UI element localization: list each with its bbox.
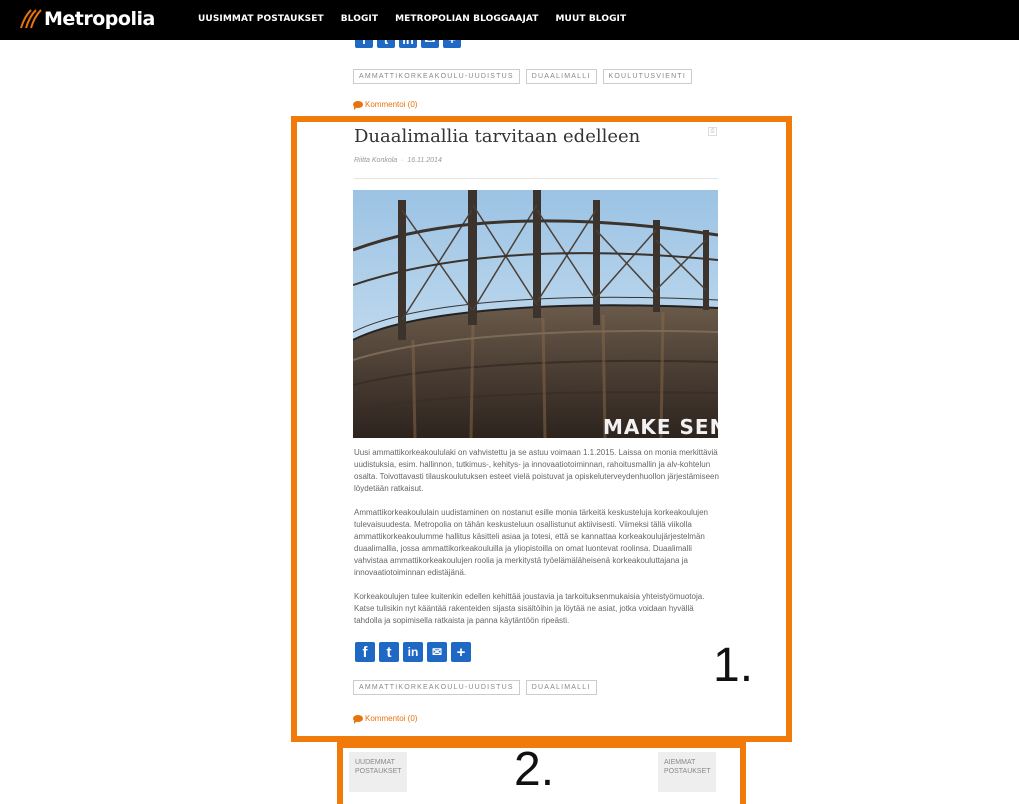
nav-other-blogs[interactable]: MUUT BLOGIT — [556, 14, 627, 24]
email-icon[interactable]: ✉ — [427, 642, 447, 662]
comment-link-label: Kommentoi (0) — [365, 714, 418, 723]
tag-link[interactable]: AMMATTIKORKEAKOULU-UUDISTUS — [353, 69, 520, 84]
main-nav: UUSIMMAT POSTAUKSET BLOGIT METROPOLIAN B… — [198, 14, 643, 24]
top-nav-bar: Metropolia UUSIMMAT POSTAUKSET BLOGIT ME… — [0, 0, 1019, 40]
body-paragraph: Uusi ammattikorkeakoululaki on vahvistet… — [354, 448, 719, 493]
brand-name: Metropolia — [44, 8, 155, 30]
graffiti-text: MAKE SENSE — [603, 415, 718, 438]
nav-blogs[interactable]: BLOGIT — [341, 14, 378, 24]
metropolia-logo[interactable]: Metropolia — [18, 8, 155, 30]
previous-post-tags: AMMATTIKORKEAKOULU-UUDISTUS DUAALIMALLI … — [353, 69, 692, 84]
older-posts-label: AIEMMAT POSTAUKSET — [664, 759, 711, 775]
post-date: 16.11.2014 — [407, 157, 442, 164]
comment-bubble-icon — [353, 715, 363, 724]
nav-bloggers[interactable]: METROPOLIAN BLOGGAAJAT — [395, 14, 538, 24]
tag-link[interactable]: AMMATTIKORKEAKOULU-UUDISTUS — [353, 680, 520, 695]
body-paragraph: Korkeakoulujen tulee kuitenkin edellen k… — [354, 592, 705, 625]
title-divider — [354, 178, 718, 179]
post-title[interactable]: Duaalimallia tarvitaan edelleen — [354, 126, 640, 147]
older-posts-button[interactable]: AIEMMAT POSTAUKSET — [658, 752, 716, 792]
post-author[interactable]: Riitta Konkola — [354, 157, 397, 164]
facebook-icon[interactable]: f — [355, 642, 375, 662]
comment-link-label: Kommentoi (0) — [365, 100, 418, 109]
post-image: MAKE SENSE — [353, 190, 718, 438]
annotation-label-1: 1. — [713, 639, 754, 692]
linkedin-icon[interactable]: in — [403, 642, 423, 662]
post-meta: Riitta Konkola · 16.11.2014 — [354, 157, 442, 164]
plus-icon[interactable]: + — [451, 642, 471, 662]
previous-comment-link[interactable]: Kommentoi (0) — [353, 100, 418, 110]
tag-link[interactable]: DUAALIMALLI — [525, 69, 597, 84]
newer-posts-button[interactable]: UUDEMMAT POSTAUKSET — [349, 752, 407, 792]
body-paragraph: Ammattikorkeakoululain uudistaminen on n… — [354, 508, 708, 577]
article-share-row: f t in ✉ + — [355, 642, 471, 662]
gasometer-photo: MAKE SENSE — [353, 190, 718, 438]
metropolia-logo-icon — [20, 9, 42, 29]
tag-link[interactable]: DUAALIMALLI — [525, 680, 597, 695]
newer-posts-label: UUDEMMAT POSTAUKSET — [355, 759, 402, 775]
article-comment-link[interactable]: Kommentoi (0) — [353, 714, 418, 724]
post-body: Uusi ammattikorkeakoululaki on vahvistet… — [354, 447, 720, 639]
annotation-label-2: 2. — [514, 743, 555, 796]
tag-link[interactable]: KOULUTUSVIENTI — [602, 69, 692, 84]
print-icon[interactable]: ⎙ — [708, 127, 717, 136]
twitter-icon[interactable]: t — [379, 642, 399, 662]
article-tags: AMMATTIKORKEAKOULU-UUDISTUS DUAALIMALLI — [353, 680, 597, 695]
comment-bubble-icon — [353, 101, 363, 110]
nav-latest-posts[interactable]: UUSIMMAT POSTAUKSET — [198, 14, 324, 24]
